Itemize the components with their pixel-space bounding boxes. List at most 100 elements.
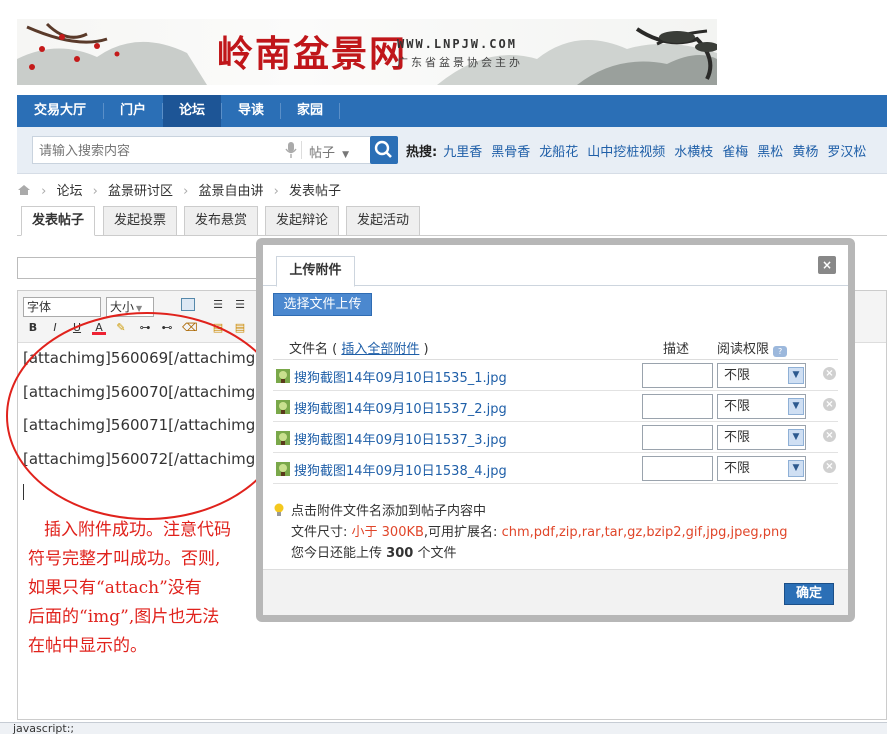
breadcrumb-link[interactable]: 盆景自由讲 bbox=[198, 184, 263, 199]
attachment-filename[interactable]: 搜狗截图14年09月10日1535_1.jpg bbox=[294, 367, 507, 386]
main-nav: 交易大厅 门户 论坛 导读 家园 bbox=[17, 95, 887, 127]
search-input[interactable] bbox=[39, 142, 279, 160]
hot-label: 热搜: bbox=[406, 145, 438, 160]
hot-link[interactable]: 龙船花 bbox=[539, 145, 578, 160]
attachment-desc-input[interactable] bbox=[642, 394, 713, 419]
nav-item-forum[interactable]: 论坛 bbox=[163, 95, 221, 127]
upload-info: 点击附件文件名添加到帖子内容中 文件尺寸: 小于 300KB,可用扩展名: ch… bbox=[273, 501, 843, 564]
hot-link[interactable]: 黑松 bbox=[757, 145, 783, 160]
read-permission-select[interactable]: 不限 ▼ bbox=[717, 425, 806, 450]
chevron-right-icon: › bbox=[92, 184, 98, 199]
image-file-icon bbox=[276, 431, 290, 445]
nav-item-home[interactable]: 家园 bbox=[281, 95, 339, 127]
close-icon[interactable]: × bbox=[818, 256, 836, 274]
col-filename-end: ) bbox=[423, 342, 429, 357]
delete-icon[interactable]: × bbox=[823, 429, 836, 442]
site-subtitle: 广东省盆景协会主办 bbox=[397, 56, 523, 69]
upload-attachment-dialog: 上传附件 × 选择文件上传 文件名 ( 插入全部附件 ) 描述 阅读权限 ? 搜… bbox=[256, 238, 855, 622]
hot-link[interactable]: 山中挖桩视频 bbox=[587, 145, 665, 160]
nav-item-guide[interactable]: 导读 bbox=[222, 95, 280, 127]
nav-item-trading[interactable]: 交易大厅 bbox=[17, 95, 103, 127]
tab-new-post[interactable]: 发表帖子 bbox=[21, 206, 96, 236]
attachment-filename[interactable]: 搜狗截图14年09月10日1537_3.jpg bbox=[294, 429, 507, 448]
read-permission-select[interactable]: 不限 ▼ bbox=[717, 363, 806, 388]
select-file-upload-button[interactable]: 选择文件上传 bbox=[273, 293, 372, 316]
attachment-row: 搜狗截图14年09月10日1537_3.jpg 不限 ▼ × bbox=[273, 422, 838, 453]
image-file-icon bbox=[276, 462, 290, 476]
read-permission-select[interactable]: 不限 ▼ bbox=[717, 394, 806, 419]
breadcrumb: › 论坛 › 盆景研讨区 › 盆景自由讲 › 发表帖子 bbox=[17, 180, 341, 199]
tab-new-debate[interactable]: 发起辩论 bbox=[265, 206, 340, 236]
col-filename-label: 文件名 ( bbox=[289, 342, 338, 357]
perm-value: 不限 bbox=[724, 368, 751, 383]
chevron-down-icon: ▼ bbox=[788, 460, 804, 477]
remain-count: 300 bbox=[386, 546, 414, 561]
search-scope-label: 帖子 bbox=[309, 146, 336, 161]
dialog-footer bbox=[263, 569, 848, 615]
attachment-row: 搜狗截图14年09月10日1537_2.jpg 不限 ▼ × bbox=[273, 391, 838, 422]
attachment-table-header: 文件名 ( 插入全部附件 ) 描述 阅读权限 ? bbox=[273, 333, 838, 360]
hot-link[interactable]: 黄杨 bbox=[792, 145, 818, 160]
help-icon[interactable]: ? bbox=[773, 346, 788, 357]
col-perm: 阅读权限 ? bbox=[717, 338, 788, 357]
dialog-body: 上传附件 × 选择文件上传 文件名 ( 插入全部附件 ) 描述 阅读权限 ? 搜… bbox=[263, 245, 848, 615]
search-button[interactable] bbox=[370, 136, 398, 164]
post-title-input[interactable] bbox=[17, 257, 277, 279]
nav-item-portal[interactable]: 门户 bbox=[104, 95, 162, 127]
col-desc: 描述 bbox=[663, 342, 690, 357]
delete-icon[interactable]: × bbox=[823, 398, 836, 411]
hot-link[interactable]: 水横枝 bbox=[674, 145, 713, 160]
tab-new-reward[interactable]: 发布悬赏 bbox=[184, 206, 259, 236]
tab-new-activity[interactable]: 发起活动 bbox=[346, 206, 421, 236]
chevron-right-icon: › bbox=[41, 184, 47, 199]
attachment-row: 搜狗截图14年09月10日1535_1.jpg 不限 ▼ × bbox=[273, 360, 838, 391]
ext-label: ,可用扩展名: bbox=[423, 525, 498, 540]
size-label: 文件尺寸: bbox=[291, 525, 348, 540]
hot-link[interactable]: 雀梅 bbox=[722, 145, 748, 160]
perm-value: 不限 bbox=[724, 461, 751, 476]
search-box: 帖子 ▼ bbox=[32, 136, 378, 164]
breadcrumb-current: 发表帖子 bbox=[288, 184, 341, 199]
attachment-desc-input[interactable] bbox=[642, 363, 713, 388]
annotation-line: 如果只有“attach”没有 bbox=[28, 578, 202, 598]
site-banner: 岭南盆景网 WWW.LNPJW.COM 广东省盆景协会主办 bbox=[17, 19, 717, 85]
read-permission-select[interactable]: 不限 ▼ bbox=[717, 456, 806, 481]
upload-remaining-line: 您今日还能上传 300 个文件 bbox=[273, 543, 843, 564]
dialog-tab-upload[interactable]: 上传附件 bbox=[276, 256, 355, 287]
site-url: WWW.LNPJW.COM bbox=[397, 37, 517, 51]
tab-new-poll[interactable]: 发起投票 bbox=[103, 206, 178, 236]
insert-all-link[interactable]: 插入全部附件 bbox=[341, 342, 419, 357]
col-perm-label: 阅读权限 bbox=[717, 342, 770, 357]
hot-link[interactable]: 罗汉松 bbox=[827, 145, 866, 160]
site-logo-text: 岭南盆景网 bbox=[217, 33, 408, 75]
annotation-line: 插入附件成功。注意代码 bbox=[44, 520, 231, 540]
microphone-icon[interactable] bbox=[285, 142, 297, 159]
size-value: 小于 300KB bbox=[351, 525, 424, 540]
home-icon[interactable] bbox=[17, 184, 31, 196]
chevron-right-icon: › bbox=[273, 184, 279, 199]
hot-link[interactable]: 九里香 bbox=[443, 145, 482, 160]
delete-icon[interactable]: × bbox=[823, 460, 836, 473]
chevron-right-icon: › bbox=[183, 184, 189, 199]
upload-tip: 点击附件文件名添加到帖子内容中 bbox=[273, 501, 843, 522]
chevron-down-icon: ▼ bbox=[788, 429, 804, 446]
hot-link[interactable]: 黑骨香 bbox=[491, 145, 530, 160]
lightbulb-icon bbox=[274, 503, 284, 516]
ext-value: chm,pdf,zip,rar,tar,gz,bzip2,gif,jpg,jpe… bbox=[501, 525, 788, 540]
image-file-icon bbox=[276, 400, 290, 414]
annotation-note: 插入附件成功。注意代码 符号完整才叫成功。否则, 如果只有“attach”没有 … bbox=[28, 516, 273, 661]
attachment-desc-input[interactable] bbox=[642, 425, 713, 450]
breadcrumb-link[interactable]: 盆景研讨区 bbox=[108, 184, 173, 199]
attachment-filename[interactable]: 搜狗截图14年09月10日1538_4.jpg bbox=[294, 460, 507, 479]
perm-value: 不限 bbox=[724, 399, 751, 414]
confirm-button[interactable]: 确定 bbox=[784, 583, 834, 605]
attachment-filename[interactable]: 搜狗截图14年09月10日1537_2.jpg bbox=[294, 398, 507, 417]
breadcrumb-link[interactable]: 论坛 bbox=[56, 184, 82, 199]
delete-icon[interactable]: × bbox=[823, 367, 836, 380]
attachment-desc-input[interactable] bbox=[642, 456, 713, 481]
annotation-ellipse bbox=[6, 312, 288, 520]
search-scope-select[interactable]: 帖子 ▼ bbox=[309, 142, 349, 161]
remain-prefix: 您今日还能上传 bbox=[291, 546, 383, 561]
perm-value: 不限 bbox=[724, 430, 751, 445]
chevron-down-icon: ▼ bbox=[788, 398, 804, 415]
